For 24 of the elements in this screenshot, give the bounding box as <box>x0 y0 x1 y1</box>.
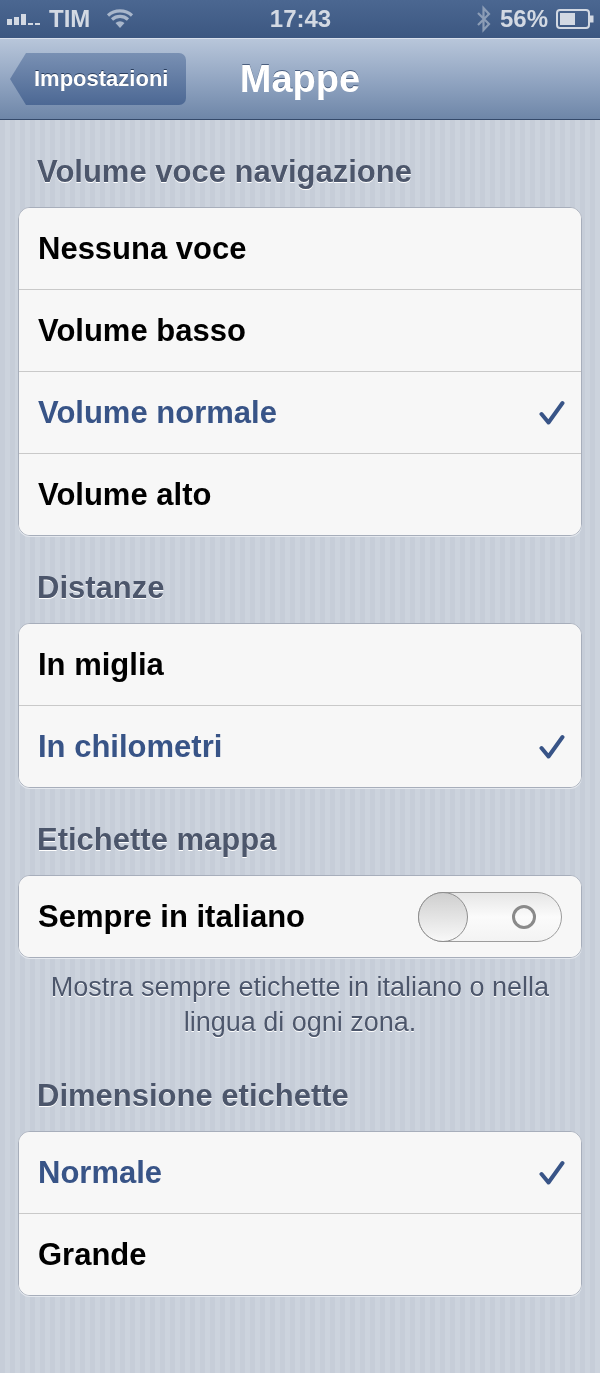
battery-icon <box>556 9 594 29</box>
section-header: Volume voce navigazione <box>36 153 413 191</box>
signal-icon <box>7 13 43 25</box>
option-row[interactable]: Volume alto <box>19 453 581 535</box>
checkmark-icon <box>539 733 565 760</box>
ring-icon <box>511 903 537 930</box>
section-header: Etichette mappa <box>36 821 278 859</box>
option-row[interactable]: In chilometri <box>19 705 581 787</box>
checkmark-icon <box>539 399 565 426</box>
bluetooth-icon <box>475 5 492 33</box>
wifi-icon <box>106 9 135 29</box>
option-row[interactable]: Grande <box>19 1213 581 1295</box>
section-header: Dimensione etichette <box>36 1077 350 1115</box>
switch-knob[interactable] <box>418 891 468 942</box>
checkmark-icon <box>539 1159 565 1186</box>
carrier-name: TIM <box>49 5 91 33</box>
page-title: Mappe <box>239 57 361 101</box>
battery-percent: 56% <box>499 5 548 33</box>
section-footer-text: Mostra sempre etichette in italiano o nella lingua di ogni zona. <box>49 971 551 1039</box>
status-time: 17:43 <box>269 5 332 33</box>
toggle-switch[interactable] <box>418 891 562 942</box>
setting-label: Sempre in italiano <box>38 898 305 935</box>
section-header: Distanze <box>36 569 166 607</box>
back-button[interactable]: Impostazioni <box>10 53 187 105</box>
